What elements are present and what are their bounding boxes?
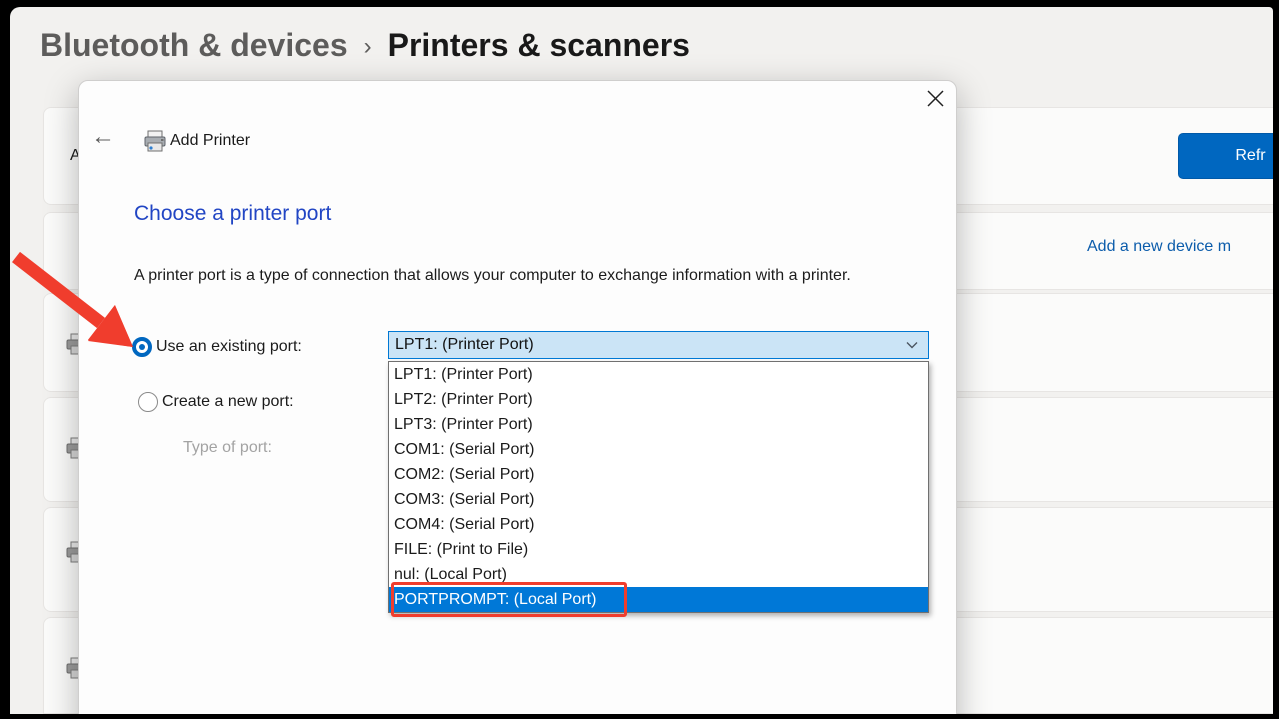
settings-window: Bluetooth & devices › Printers & scanner… <box>10 7 1273 714</box>
port-option[interactable]: COM2: (Serial Port) <box>389 462 928 487</box>
chevron-down-icon <box>906 341 918 349</box>
port-option[interactable]: COM4: (Serial Port) <box>389 512 928 537</box>
refresh-button[interactable]: Refr <box>1178 133 1273 179</box>
back-arrow-icon: ← <box>91 123 115 150</box>
radio-create-new-port-label[interactable]: Create a new port: <box>162 393 294 411</box>
radio-use-existing-port[interactable] <box>132 337 152 357</box>
close-icon <box>927 90 944 107</box>
radio-use-existing-port-label[interactable]: Use an existing port: <box>156 338 302 356</box>
dialog-description: A printer port is a type of connection t… <box>134 264 914 289</box>
page-title: Printers & scanners <box>388 27 690 64</box>
port-option[interactable]: FILE: (Print to File) <box>389 537 928 562</box>
port-option[interactable]: LPT1: (Printer Port) <box>389 362 928 387</box>
breadcrumb: Bluetooth & devices › Printers & scanner… <box>40 27 690 64</box>
refresh-button-label: Refr <box>1235 147 1265 165</box>
dialog-title: Add Printer <box>170 132 250 150</box>
close-button[interactable] <box>919 83 951 113</box>
port-option[interactable]: COM3: (Serial Port) <box>389 487 928 512</box>
port-option[interactable]: nul: (Local Port) <box>389 562 928 587</box>
dialog-heading: Choose a printer port <box>134 202 331 226</box>
port-option[interactable]: LPT2: (Printer Port) <box>389 387 928 412</box>
radio-create-new-port[interactable] <box>138 392 158 412</box>
port-option[interactable]: PORTPROMPT: (Local Port) <box>389 587 928 612</box>
breadcrumb-parent[interactable]: Bluetooth & devices <box>40 27 348 64</box>
printer-icon <box>143 129 167 153</box>
port-dropdown-list: LPT1: (Printer Port)LPT2: (Printer Port)… <box>388 361 929 613</box>
port-combobox-value: LPT1: (Printer Port) <box>395 336 534 354</box>
breadcrumb-separator-icon: › <box>364 31 372 61</box>
back-button[interactable]: ← <box>91 125 115 149</box>
add-device-manually-link[interactable]: Add a new device m <box>1087 238 1231 256</box>
port-combobox[interactable]: LPT1: (Printer Port) <box>388 331 929 359</box>
type-of-port-label: Type of port: <box>183 439 272 457</box>
port-option[interactable]: COM1: (Serial Port) <box>389 437 928 462</box>
port-option[interactable]: LPT3: (Printer Port) <box>389 412 928 437</box>
add-printer-dialog: ← Add Printer Choose a printer port A pr… <box>78 80 957 714</box>
